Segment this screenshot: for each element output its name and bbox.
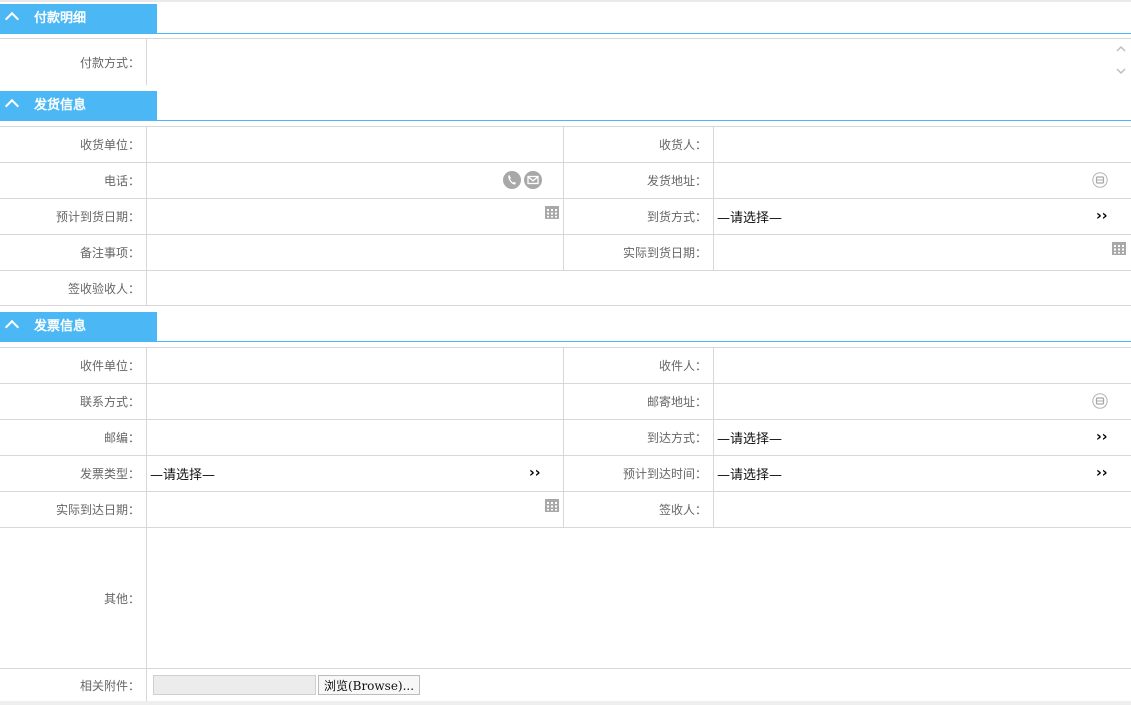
expected-arrival-time-value: —请选择—: [717, 468, 783, 483]
shipping-section-title: 发货信息: [34, 98, 87, 113]
other-label: 其他：: [0, 527, 147, 668]
contact-input[interactable]: [147, 383, 564, 419]
form-page: 付款明细 付款方式： 发货信息 收货单位： 收货人： 电话： 发货地址： 预计到…: [0, 0, 1131, 705]
postcode-label: 邮编：: [0, 419, 147, 455]
inspector-input[interactable]: [147, 270, 1131, 306]
actual-arrival-date-label: 实际到货日期：: [564, 234, 714, 270]
payment-method-label: 付款方式：: [0, 38, 147, 85]
receiver-label: 收货人：: [564, 126, 714, 162]
ship-address-label: 发货地址：: [564, 162, 714, 198]
expected-arrival-date-label: 预计到货日期：: [0, 198, 147, 234]
arrival-method-value: —请选择—: [717, 211, 783, 226]
attachment-label: 相关附件：: [0, 668, 147, 702]
ship-address-input[interactable]: [714, 162, 1131, 198]
expected-arrival-time-label: 预计到达时间：: [564, 455, 714, 491]
double-chevron-right-icon[interactable]: ››: [1096, 430, 1108, 444]
receiver-unit-label: 收货单位：: [0, 126, 147, 162]
double-chevron-right-icon[interactable]: ››: [529, 466, 541, 480]
arrival-method-label: 到货方式：: [564, 198, 714, 234]
other-textarea[interactable]: [147, 527, 1131, 668]
scroll-up-icon[interactable]: [1116, 44, 1126, 54]
browse-button[interactable]: 浏览(Browse)...: [318, 675, 420, 695]
expected-arrival-date-input[interactable]: [147, 198, 564, 234]
arrival-method-select[interactable]: —请选择—: [714, 198, 1131, 234]
invoice-section-header[interactable]: 发票信息: [0, 312, 1131, 342]
invoice-type-select[interactable]: —请选择—: [147, 455, 564, 491]
scroll-down-icon[interactable]: [1116, 66, 1126, 76]
section-underline: [157, 341, 1131, 342]
invoice-actual-date-input[interactable]: [147, 491, 564, 527]
recipient-label: 收件人：: [564, 347, 714, 383]
bottom-divider: [0, 701, 1131, 705]
payment-section-tab[interactable]: 付款明细: [0, 4, 157, 34]
calendar-icon[interactable]: [545, 206, 559, 219]
recipient-unit-label: 收件单位：: [0, 347, 147, 383]
payment-section-header[interactable]: 付款明细: [0, 4, 1131, 34]
contact-label: 联系方式：: [0, 383, 147, 419]
actual-arrival-date-input[interactable]: [714, 234, 1131, 270]
invoice-type-label: 发票类型：: [0, 455, 147, 491]
signer-label: 签收人：: [564, 491, 714, 527]
chevron-up-icon[interactable]: [4, 11, 20, 27]
phone-label: 电话：: [0, 162, 147, 198]
file-path-input[interactable]: [153, 675, 316, 695]
section-underline: [157, 120, 1131, 121]
postcode-input[interactable]: [147, 419, 564, 455]
invoice-actual-date-label: 实际到达日期：: [0, 491, 147, 527]
inspector-label: 签收验收人：: [0, 270, 147, 306]
calendar-icon[interactable]: [545, 499, 559, 512]
double-chevron-right-icon[interactable]: ››: [1096, 466, 1108, 480]
chevron-up-icon[interactable]: [4, 98, 20, 114]
phone-icon[interactable]: [503, 171, 521, 189]
address-book-icon[interactable]: [1092, 172, 1108, 188]
chevron-up-icon[interactable]: [4, 319, 20, 335]
payment-section-title: 付款明细: [34, 11, 87, 26]
row-divider: [0, 305, 1131, 306]
shipping-section-header[interactable]: 发货信息: [0, 91, 1131, 121]
invoice-section-tab[interactable]: 发票信息: [0, 312, 157, 342]
invoice-section-title: 发票信息: [34, 319, 87, 334]
mail-icon[interactable]: [524, 171, 542, 189]
invoice-type-value: —请选择—: [150, 468, 216, 483]
shipping-section-tab[interactable]: 发货信息: [0, 91, 157, 121]
section-underline: [157, 33, 1131, 34]
receiver-input[interactable]: [714, 126, 1131, 162]
mail-address-input[interactable]: [714, 383, 1131, 419]
recipient-input[interactable]: [714, 347, 1131, 383]
double-chevron-right-icon[interactable]: ››: [1096, 209, 1108, 223]
payment-method-textarea[interactable]: [147, 38, 1131, 85]
remarks-input[interactable]: [147, 234, 564, 270]
top-divider: [0, 0, 1131, 2]
recipient-unit-input[interactable]: [147, 347, 564, 383]
address-book-icon[interactable]: [1092, 393, 1108, 409]
expected-arrival-time-select[interactable]: —请选择—: [714, 455, 1131, 491]
calendar-icon[interactable]: [1112, 242, 1126, 255]
invoice-arrival-method-value: —请选择—: [717, 432, 783, 447]
mail-address-label: 邮寄地址：: [564, 383, 714, 419]
phone-input[interactable]: [147, 162, 564, 198]
invoice-arrival-method-select[interactable]: —请选择—: [714, 419, 1131, 455]
receiver-unit-input[interactable]: [147, 126, 564, 162]
invoice-arrival-method-label: 到达方式：: [564, 419, 714, 455]
remarks-label: 备注事项：: [0, 234, 147, 270]
signer-input[interactable]: [714, 491, 1131, 527]
